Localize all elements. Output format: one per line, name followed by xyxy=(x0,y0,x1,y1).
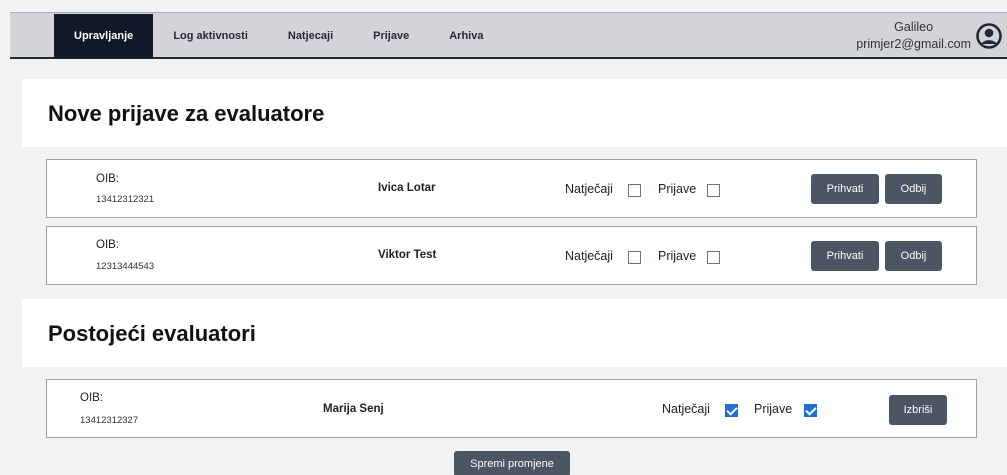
nav-tab-natjecaji[interactable]: Natjecaji xyxy=(268,14,353,58)
nav-tabs: Upravljanje Log aktivnosti Natjecaji Pri… xyxy=(54,14,503,58)
section-title-existing-evaluators: Postojeći evaluatori xyxy=(48,321,256,346)
prijave-checkbox[interactable] xyxy=(707,184,720,197)
applicant-name: Ivica Lotar xyxy=(378,182,436,194)
prijave-label: Prijave xyxy=(754,402,793,416)
natjecaji-checkbox[interactable] xyxy=(628,251,641,264)
reject-button[interactable]: Odbij xyxy=(885,241,942,271)
section-title-new-applications: Nove prijave za evaluatore xyxy=(48,101,325,126)
applicant-name: Viktor Test xyxy=(378,249,437,261)
new-applications-header: Nove prijave za evaluatore xyxy=(22,79,1007,147)
oib-label: OIB: xyxy=(96,173,120,185)
accept-button[interactable]: Prihvati xyxy=(811,174,879,204)
user-circle-icon[interactable] xyxy=(976,23,1002,49)
evaluator-row: OIB: 13412312327 Marija Senj Natječaji P… xyxy=(46,379,977,438)
natjecaji-label: Natječaji xyxy=(662,402,710,416)
prijave-label: Prijave xyxy=(658,182,697,196)
user-email: primjer2@gmail.com xyxy=(856,37,971,51)
oib-value: 13412312321 xyxy=(96,194,155,205)
nav-tab-log-aktivnosti[interactable]: Log aktivnosti xyxy=(153,14,268,58)
prijave-checkbox[interactable] xyxy=(707,251,720,264)
evaluator-name: Marija Senj xyxy=(323,403,384,415)
nav-tab-prijave[interactable]: Prijave xyxy=(353,14,429,58)
nav-tab-arhiva[interactable]: Arhiva xyxy=(429,14,503,58)
save-changes-button[interactable]: Spremi promjene xyxy=(454,451,570,475)
application-row: OIB: 12313444543 Viktor Test Natječaji P… xyxy=(46,226,977,285)
accept-button[interactable]: Prihvati xyxy=(811,241,879,271)
oib-value: 12313444543 xyxy=(96,261,155,272)
oib-value: 13412312327 xyxy=(80,415,139,426)
reject-button[interactable]: Odbij xyxy=(885,174,942,204)
prijave-checkbox[interactable] xyxy=(804,404,817,417)
prijave-label: Prijave xyxy=(658,249,697,263)
existing-evaluators-header: Postojeći evaluatori xyxy=(22,299,1007,367)
delete-button[interactable]: Izbriši xyxy=(889,395,947,425)
application-row: OIB: 13412312321 Ivica Lotar Natječaji P… xyxy=(46,159,977,218)
natjecaji-checkbox[interactable] xyxy=(628,184,641,197)
top-navigation-bar: Upravljanje Log aktivnosti Natjecaji Pri… xyxy=(10,12,1007,59)
oib-label: OIB: xyxy=(80,392,104,404)
nav-tab-upravljanje[interactable]: Upravljanje xyxy=(54,14,154,58)
user-name: Galileo xyxy=(894,20,934,34)
natjecaji-label: Natječaji xyxy=(565,182,613,196)
natjecaji-checkbox[interactable] xyxy=(725,404,738,417)
natjecaji-label: Natječaji xyxy=(565,249,613,263)
oib-label: OIB: xyxy=(96,239,120,251)
user-info: Galileo primjer2@gmail.com xyxy=(856,19,971,53)
